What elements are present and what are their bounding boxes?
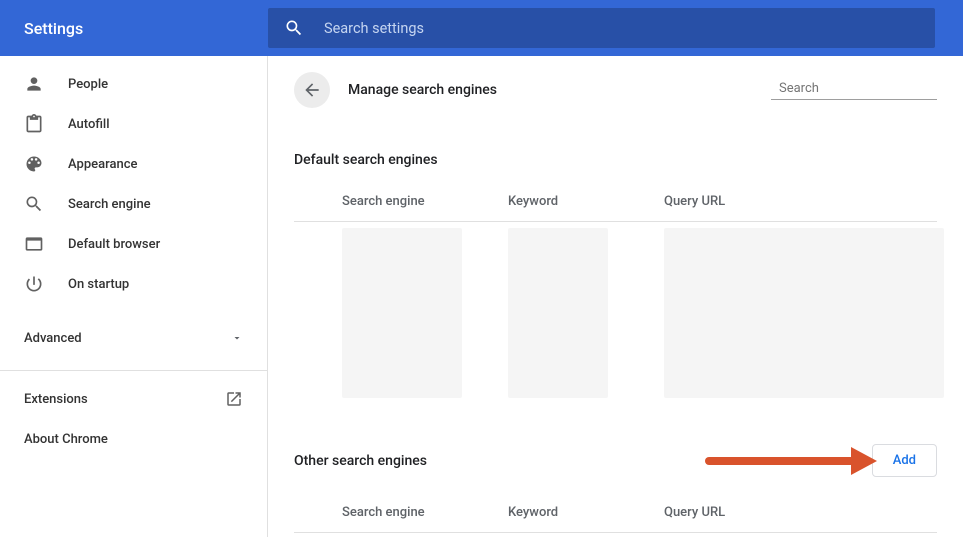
advanced-label: Advanced	[24, 331, 82, 346]
global-search-bar[interactable]	[268, 8, 935, 48]
back-button[interactable]	[294, 72, 330, 108]
page-search[interactable]	[771, 81, 937, 100]
main-content: Manage search engines Default search eng…	[268, 56, 963, 537]
sidebar-item-label: Default browser	[68, 237, 160, 252]
sidebar-item-on-startup[interactable]: On startup	[0, 264, 267, 304]
add-button[interactable]: Add	[872, 444, 937, 477]
sidebar: People Autofill Appearance Search engine…	[0, 56, 268, 537]
sidebar-item-label: Autofill	[68, 117, 110, 132]
default-engines-title: Default search engines	[294, 152, 937, 168]
sidebar-item-label: Search engine	[68, 197, 151, 212]
app-header: Settings	[0, 0, 963, 56]
page-title: Manage search engines	[348, 82, 771, 98]
sidebar-divider	[0, 370, 267, 371]
person-icon	[24, 74, 44, 94]
chevron-down-icon	[231, 332, 243, 344]
sidebar-link-extensions[interactable]: Extensions	[0, 379, 267, 419]
sidebar-advanced-toggle[interactable]: Advanced	[0, 314, 267, 362]
default-engines-blurred-list	[342, 222, 937, 404]
sidebar-item-autofill[interactable]: Autofill	[0, 104, 267, 144]
power-icon	[24, 274, 44, 294]
browser-icon	[24, 234, 44, 254]
clipboard-icon	[24, 114, 44, 134]
other-table-header: Search engine Keyword Query URL	[294, 505, 937, 533]
app-title: Settings	[24, 19, 268, 38]
sidebar-item-default-browser[interactable]: Default browser	[0, 224, 267, 264]
column-search-engine: Search engine	[342, 505, 508, 520]
arrow-back-icon	[302, 80, 322, 100]
sidebar-item-label: People	[68, 77, 108, 92]
sidebar-item-label: On startup	[68, 277, 129, 292]
palette-icon	[24, 154, 44, 174]
external-link-icon	[225, 390, 243, 408]
sidebar-item-search-engine[interactable]: Search engine	[0, 184, 267, 224]
annotation-arrow	[705, 457, 855, 465]
other-engines-header-row: Other search engines Add	[294, 444, 937, 477]
page-search-input[interactable]	[779, 81, 945, 96]
link-label: About Chrome	[24, 432, 108, 447]
sidebar-link-about[interactable]: About Chrome	[0, 419, 267, 459]
column-search-engine: Search engine	[342, 194, 508, 209]
link-label: Extensions	[24, 392, 88, 407]
column-query-url: Query URL	[664, 505, 937, 520]
sidebar-item-label: Appearance	[68, 157, 137, 172]
global-search-input[interactable]	[324, 20, 919, 37]
page-header: Manage search engines	[294, 72, 937, 108]
sidebar-item-appearance[interactable]: Appearance	[0, 144, 267, 184]
column-keyword: Keyword	[508, 505, 664, 520]
sidebar-item-people[interactable]: People	[0, 64, 267, 104]
default-table-header: Search engine Keyword Query URL	[294, 194, 937, 222]
column-query-url: Query URL	[664, 194, 937, 209]
search-icon	[284, 18, 304, 38]
search-icon	[24, 194, 44, 214]
column-keyword: Keyword	[508, 194, 664, 209]
other-engines-title: Other search engines	[294, 453, 427, 469]
